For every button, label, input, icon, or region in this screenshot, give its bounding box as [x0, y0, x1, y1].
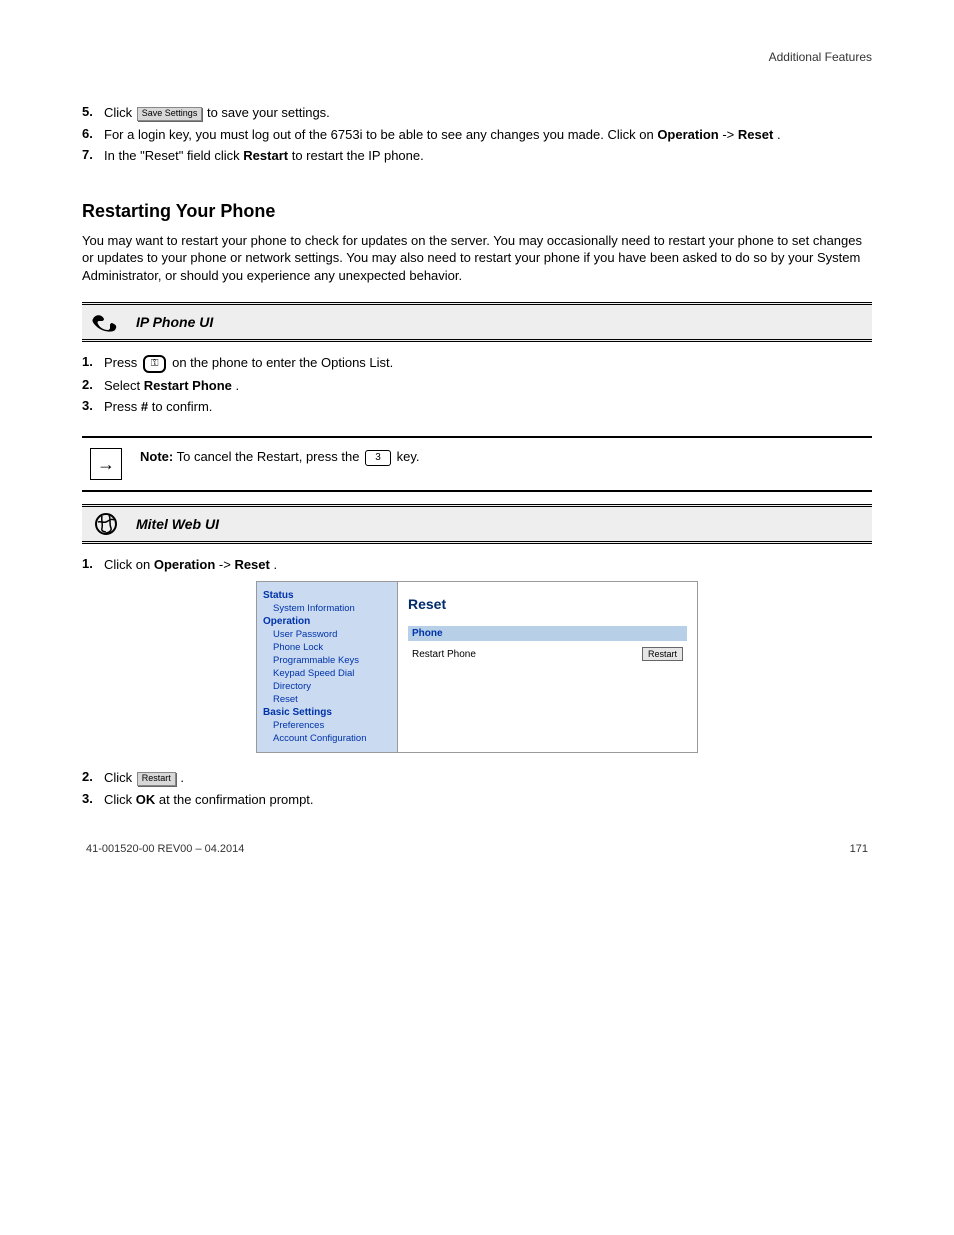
page-footer: 41-001520-00 REV00 – 04.2014 171	[82, 843, 872, 855]
running-header: Additional Features	[82, 50, 872, 64]
nav-reset: Reset	[738, 127, 773, 142]
text: key.	[397, 449, 420, 464]
text: .	[180, 770, 184, 785]
note-bar: → Note: To cancel the Restart, press the…	[82, 436, 872, 492]
step-number: 6.	[82, 126, 104, 141]
pound-key: #	[141, 399, 148, 414]
webui-row-restart-phone: Restart Phone Restart	[408, 645, 687, 663]
step-number: 2.	[82, 769, 104, 784]
text: .	[777, 127, 781, 142]
text: Click	[104, 770, 136, 785]
step-body: Press ⚿ on the phone to enter the Option…	[104, 354, 872, 373]
sidebar-head-status[interactable]: Status	[263, 590, 391, 601]
banner-label: Mitel Web UI	[136, 516, 219, 532]
section-title-restart: Restarting Your Phone	[82, 201, 872, 222]
sidebar-item-directory[interactable]: Directory	[273, 681, 391, 692]
cancel-key-icon: 3	[365, 450, 391, 466]
nav-operation: Operation	[154, 557, 215, 572]
step-number: 3.	[82, 398, 104, 413]
webui-screenshot: Status System Information Operation User…	[256, 581, 698, 753]
arrow-right-icon: →	[90, 448, 122, 480]
step-body: Select Restart Phone .	[104, 377, 872, 395]
sidebar-item-keypad-speed-dial[interactable]: Keypad Speed Dial	[273, 668, 391, 679]
step-5: 5. Click Save Settings to save your sett…	[82, 104, 872, 122]
sidebar-item-reset[interactable]: Reset	[273, 694, 391, 705]
restart-phone-option: Restart Phone	[144, 378, 232, 393]
sidebar-item-phone-lock[interactable]: Phone Lock	[273, 642, 391, 653]
text: Click	[104, 105, 136, 120]
text: to restart the IP phone.	[292, 148, 424, 163]
step-body: Press # to confirm.	[104, 398, 872, 416]
footer-page-number: 171	[850, 843, 868, 855]
step-7: 7. In the "Reset" field click Restart to…	[82, 147, 872, 165]
text: Click	[104, 792, 136, 807]
section-desc: You may want to restart your phone to ch…	[82, 232, 872, 285]
restart-inline-button[interactable]: Restart	[137, 772, 176, 786]
step-number: 2.	[82, 377, 104, 392]
text: For a login key, you must log out of the…	[104, 127, 657, 142]
step-body: Click Restart .	[104, 769, 872, 787]
phone-icon	[90, 311, 122, 333]
text: Click on	[104, 557, 154, 572]
webui-row-label: Restart Phone	[412, 649, 642, 660]
text: To cancel the Restart, press the	[177, 449, 363, 464]
text: Select	[104, 378, 144, 393]
text: ->	[219, 557, 231, 572]
sidebar-item-programmable-keys[interactable]: Programmable Keys	[273, 655, 391, 666]
sidebar-item-preferences[interactable]: Preferences	[273, 720, 391, 731]
footer-left: 41-001520-00 REV00 – 04.2014	[86, 843, 244, 855]
sidebar-item-user-password[interactable]: User Password	[273, 629, 391, 640]
text: to confirm.	[152, 399, 213, 414]
step-6: 6. For a login key, you must log out of …	[82, 126, 872, 144]
webui-title: Reset	[408, 596, 687, 612]
globe-icon	[90, 513, 122, 535]
text: on the phone to enter the Options List.	[172, 355, 393, 370]
banner-mitel-web-ui: Mitel Web UI	[82, 504, 872, 544]
nav-reset: Reset	[234, 557, 269, 572]
web-step-2: 2. Click Restart .	[82, 769, 872, 787]
banner-label: IP Phone UI	[136, 314, 213, 330]
phone-step-1: 1. Press ⚿ on the phone to enter the Opt…	[82, 354, 872, 373]
text: .	[273, 557, 277, 572]
step-body: For a login key, you must log out of the…	[104, 126, 872, 144]
text: ->	[722, 127, 734, 142]
sidebar-item-account-configuration[interactable]: Account Configuration	[273, 733, 391, 744]
note-lead: Note:	[140, 449, 173, 464]
text: Press	[104, 399, 141, 414]
restart-word: Restart	[243, 148, 288, 163]
step-number: 1.	[82, 556, 104, 571]
banner-ip-phone-ui: IP Phone UI	[82, 302, 872, 342]
web-step-3: 3. Click OK at the confirmation prompt.	[82, 791, 872, 809]
text: at the confirmation prompt.	[159, 792, 314, 807]
phone-step-2: 2. Select Restart Phone .	[82, 377, 872, 395]
note-text: Note: To cancel the Restart, press the 3…	[140, 448, 420, 466]
text: Press	[104, 355, 141, 370]
webui-sidebar: Status System Information Operation User…	[257, 582, 398, 752]
step-body: Click OK at the confirmation prompt.	[104, 791, 872, 809]
web-step-1: 1. Click on Operation -> Reset .	[82, 556, 872, 574]
text: .	[236, 378, 240, 393]
step-number: 3.	[82, 791, 104, 806]
ok-word: OK	[136, 792, 156, 807]
webui-subhead-phone: Phone	[408, 626, 687, 641]
step-body: Click Save Settings to save your setting…	[104, 104, 872, 122]
sidebar-head-basic-settings[interactable]: Basic Settings	[263, 707, 391, 718]
step-number: 5.	[82, 104, 104, 119]
save-settings-button[interactable]: Save Settings	[137, 107, 203, 121]
step-body: Click on Operation -> Reset .	[104, 556, 872, 574]
text: In the "Reset" field click	[104, 148, 243, 163]
options-key-icon: ⚿	[143, 355, 167, 373]
step-body: In the "Reset" field click Restart to re…	[104, 147, 872, 165]
sidebar-item-system-information[interactable]: System Information	[273, 603, 391, 614]
text: to save your settings.	[207, 105, 330, 120]
step-number: 7.	[82, 147, 104, 162]
sidebar-head-operation[interactable]: Operation	[263, 616, 391, 627]
phone-step-3: 3. Press # to confirm.	[82, 398, 872, 416]
restart-button[interactable]: Restart	[642, 647, 683, 661]
nav-operation: Operation	[657, 127, 718, 142]
step-number: 1.	[82, 354, 104, 369]
webui-main: Reset Phone Restart Phone Restart	[398, 582, 697, 752]
